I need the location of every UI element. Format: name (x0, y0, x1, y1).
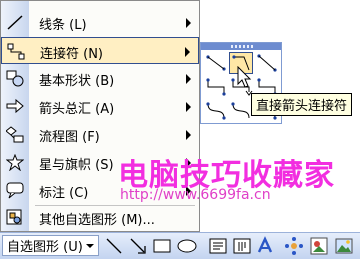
rectangle-tool-icon[interactable] (152, 236, 172, 256)
menu-item-label: 基本形状 (B) (39, 74, 115, 89)
menu-item-flowchart[interactable]: 流程图 (F) (1, 121, 199, 148)
menu-item-block-arrows[interactable]: 箭头总汇 (A) (1, 93, 199, 120)
dropdown-caret-icon (85, 243, 94, 248)
mouse-pointer-icon (237, 66, 252, 88)
submenu-arrow-icon (186, 102, 191, 112)
more-autoshapes-icon (6, 209, 22, 225)
wordart-tool-icon[interactable] (256, 236, 276, 256)
basic-shapes-icon (6, 70, 24, 87)
straight-connector-icon[interactable] (204, 52, 228, 74)
grip-dots (231, 45, 253, 48)
menu-item-label: 标注 (C) (39, 186, 89, 201)
line-icon (7, 15, 23, 30)
stars-banners-icon (6, 154, 24, 171)
autoshapes-button[interactable]: 自选图形 (U) (2, 235, 99, 256)
menu-item-basic-shapes[interactable]: 基本形状 (B) (1, 65, 199, 92)
block-arrows-icon (6, 98, 24, 114)
submenu-arrow-icon (186, 74, 191, 84)
menu-item-label: 其他自选图形 (M)... (39, 213, 155, 228)
connector-icon (7, 43, 25, 60)
menu-item-label: 线条 (L) (39, 18, 87, 33)
menu-item-label: 流程图 (F) (39, 130, 100, 145)
straight-double-arrow-connector-icon[interactable] (255, 52, 279, 74)
textbox-tool-icon[interactable] (208, 236, 228, 256)
menu-item-label: 连接符 (N) (40, 47, 104, 62)
watermark-url: http://www.6699fa.cn (120, 187, 271, 203)
arrow-tool-icon[interactable] (128, 236, 148, 256)
curved-arrow-connector-icon[interactable] (229, 100, 253, 122)
oval-tool-icon[interactable] (177, 236, 197, 256)
vertical-textbox-tool-icon[interactable] (232, 236, 252, 256)
menu-item-label: 箭头总汇 (A) (39, 102, 115, 117)
menu-item-label: 星与旗帜 (S) (39, 158, 114, 173)
insert-picture-tool-icon[interactable] (334, 236, 354, 256)
submenu-arrow-icon (185, 47, 190, 57)
submenu-arrow-icon (186, 18, 191, 28)
tooltip: 直接箭头连接符 (251, 93, 353, 116)
flowchart-icon (6, 126, 24, 143)
menu-item-connectors[interactable]: 连接符 (N) (1, 37, 199, 64)
elbow-connector-icon[interactable] (204, 76, 228, 98)
submenu-drag-handle[interactable] (201, 43, 281, 50)
drawing-toolbar: 自选图形 (U) (0, 232, 360, 259)
autoshapes-label: 自选图形 (U) (7, 240, 83, 255)
callouts-icon (6, 182, 24, 199)
diagram-tool-icon[interactable] (284, 236, 304, 256)
menu-item-more-autoshapes[interactable]: 其他自选图形 (M)... (1, 204, 199, 231)
submenu-arrow-icon (186, 130, 191, 140)
line-tool-icon[interactable] (104, 236, 124, 256)
menu-item-lines[interactable]: 线条 (L) (1, 9, 199, 36)
curved-connector-icon[interactable] (204, 100, 228, 122)
clip-art-tool-icon[interactable] (309, 236, 329, 256)
